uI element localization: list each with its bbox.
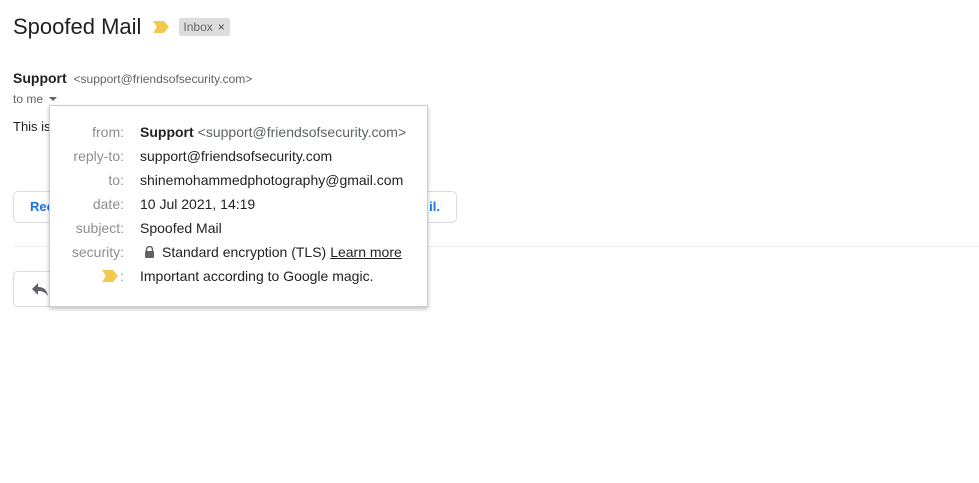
details-security-label: security: bbox=[71, 244, 124, 260]
details-from-label: from: bbox=[92, 124, 124, 140]
details-to-value: shinemohammedphotography@gmail.com bbox=[140, 172, 404, 188]
action-link-right[interactable]: il. bbox=[429, 199, 440, 214]
details-subject-value: Spoofed Mail bbox=[140, 220, 222, 236]
importance-marker-icon bbox=[102, 270, 118, 282]
importance-marker-icon[interactable] bbox=[153, 21, 170, 33]
details-importance-row: : Important according to Google magic. bbox=[50, 266, 427, 286]
security-text: Standard encryption (TLS) bbox=[162, 244, 327, 260]
details-from-email: <support@friendsofsecurity.com> bbox=[197, 124, 407, 140]
reply-icon bbox=[32, 283, 48, 296]
details-subject-row: subject: Spoofed Mail bbox=[50, 218, 427, 238]
sender-email: <support@friendsofsecurity.com> bbox=[73, 72, 253, 86]
details-security-row: security: Standard encryption (TLS) Lear… bbox=[50, 242, 427, 262]
recipient-text: to me bbox=[13, 92, 44, 106]
lock-icon bbox=[145, 246, 154, 258]
email-body-text: This is bbox=[13, 119, 51, 134]
details-security-value: Standard encryption (TLS) Learn more bbox=[140, 244, 402, 260]
details-importance-value: Important according to Google magic. bbox=[140, 268, 374, 284]
message-details-popup: from: Support <support@friendsofsecurity… bbox=[49, 105, 428, 307]
details-from-row: from: Support <support@friendsofsecurity… bbox=[50, 122, 427, 142]
email-subject-row: Spoofed Mail Inbox × bbox=[13, 12, 230, 42]
recipient-row[interactable]: to me bbox=[13, 92, 58, 106]
inbox-label-chip: Inbox × bbox=[179, 18, 230, 36]
remove-label-icon[interactable]: × bbox=[218, 20, 225, 34]
details-reply-to-row: reply-to: support@friendsofsecurity.com bbox=[50, 146, 427, 166]
details-date-label: date: bbox=[92, 196, 124, 212]
details-importance-colon: : bbox=[120, 268, 124, 284]
details-to-row: to: shinemohammedphotography@gmail.com bbox=[50, 170, 427, 190]
caret-down-icon[interactable] bbox=[49, 97, 58, 101]
details-subject-label: subject: bbox=[75, 220, 124, 236]
learn-more-link[interactable]: Learn more bbox=[330, 244, 402, 260]
details-from-value: Support <support@friendsofsecurity.com> bbox=[140, 124, 406, 140]
details-date-value: 10 Jul 2021, 14:19 bbox=[140, 196, 256, 212]
details-date-row: date: 10 Jul 2021, 14:19 bbox=[50, 194, 427, 214]
email-subject-title: Spoofed Mail bbox=[13, 14, 142, 39]
sender-row: Support <support@friendsofsecurity.com> bbox=[13, 70, 252, 86]
inbox-label-text: Inbox bbox=[183, 19, 213, 34]
details-reply-to-value: support@friendsofsecurity.com bbox=[140, 148, 333, 164]
sender-name: Support bbox=[13, 70, 67, 86]
details-to-label: to: bbox=[108, 172, 124, 188]
details-reply-to-label: reply-to: bbox=[73, 148, 124, 164]
details-from-name: Support bbox=[140, 124, 194, 140]
